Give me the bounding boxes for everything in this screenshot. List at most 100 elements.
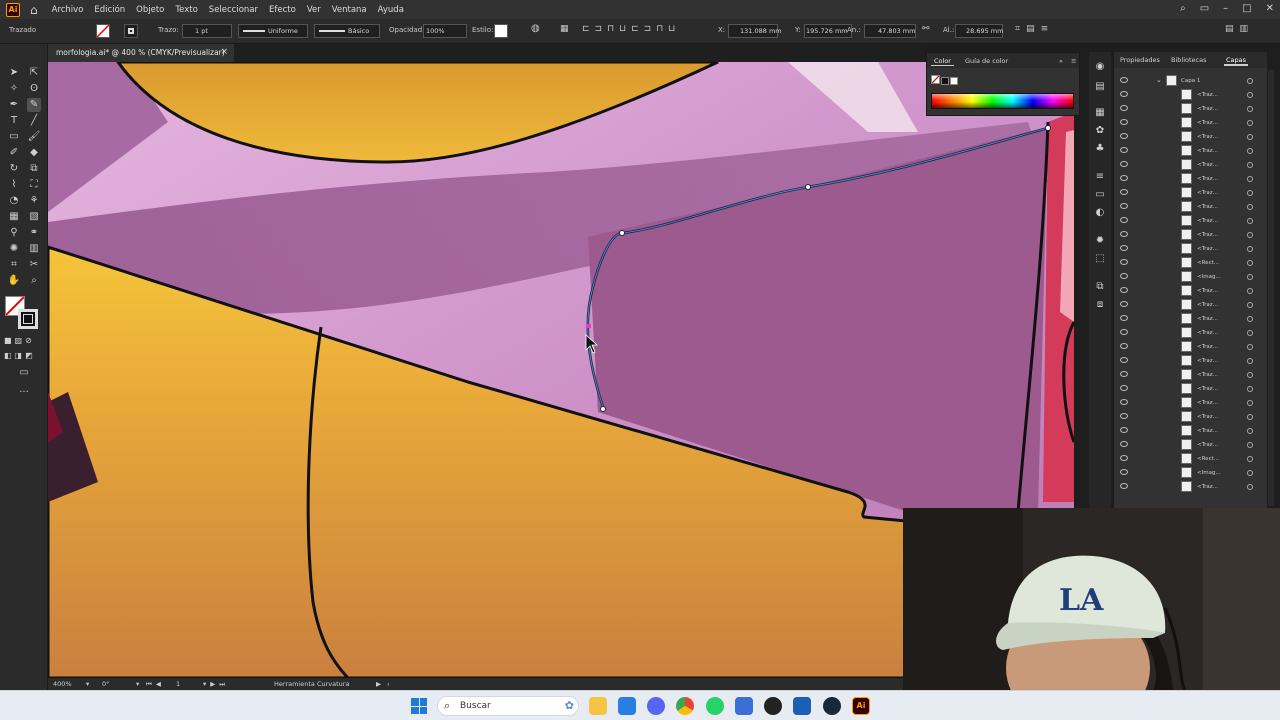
artboard-number[interactable]: 1 xyxy=(176,680,180,688)
transparency-panel-icon[interactable]: ◐ xyxy=(1093,206,1107,220)
artboard-nav-prev-icons[interactable]: ⏮◀ xyxy=(146,680,165,689)
zoom-level[interactable]: 400% xyxy=(53,680,72,688)
steam-icon[interactable] xyxy=(823,697,841,715)
stroke-panel-icon[interactable]: ≡ xyxy=(1093,170,1107,184)
visibility-eye-icon[interactable] xyxy=(1120,329,1128,335)
layer-list-item[interactable]: <Imag... xyxy=(1114,466,1268,480)
menu-efecto[interactable]: Efecto xyxy=(269,5,296,15)
color-mode-icons[interactable]: ■▨⊘ xyxy=(4,334,44,348)
visibility-eye-icon[interactable] xyxy=(1120,483,1128,489)
visibility-eye-icon[interactable] xyxy=(1120,161,1128,167)
visibility-eye-icon[interactable] xyxy=(1120,203,1128,209)
screen-mode-icon[interactable]: ▭ xyxy=(17,366,31,380)
visibility-eye-icon[interactable] xyxy=(1120,469,1128,475)
layer-list-item[interactable]: <Rect... xyxy=(1114,452,1268,466)
live-paint-icon[interactable]: ⚘ xyxy=(27,194,41,208)
transform-panel-icon[interactable]: ⧉ xyxy=(1093,280,1107,294)
discord-icon[interactable] xyxy=(647,697,665,715)
lasso-icon[interactable]: ʘ xyxy=(27,82,41,96)
zoom-dropdown-icon[interactable]: ▾ xyxy=(86,680,89,688)
visibility-eye-icon[interactable] xyxy=(1120,343,1128,349)
layer-list-item[interactable]: <Imag... xyxy=(1114,270,1268,284)
layer-target-icon[interactable] xyxy=(1247,484,1253,490)
layer-target-icon[interactable] xyxy=(1247,190,1253,196)
eraser-tool-icon[interactable]: ◆ xyxy=(27,146,41,160)
layer-list-item[interactable]: <Traz... xyxy=(1114,144,1268,158)
close-icon[interactable]: ✕ xyxy=(1266,3,1274,14)
layer-target-icon[interactable] xyxy=(1247,78,1253,84)
visibility-eye-icon[interactable] xyxy=(1120,91,1128,97)
layer-target-icon[interactable] xyxy=(1247,442,1253,448)
maximize-icon[interactable]: □ xyxy=(1242,3,1251,14)
layer-list-item[interactable]: <Traz... xyxy=(1114,298,1268,312)
visibility-eye-icon[interactable] xyxy=(1120,399,1128,405)
layer-list-item[interactable]: <Traz... xyxy=(1114,242,1268,256)
search-icon[interactable]: ⌕ xyxy=(1180,3,1186,14)
rotation-value[interactable]: 0° xyxy=(102,680,109,688)
paintbrush-tool-icon[interactable]: 🖌 xyxy=(27,130,41,144)
layer-target-icon[interactable] xyxy=(1247,386,1253,392)
tab-properties[interactable]: Propiedades xyxy=(1120,56,1160,64)
selection-tool-icon[interactable]: ➤ xyxy=(7,66,21,80)
layer-list-item[interactable]: <Traz... xyxy=(1114,284,1268,298)
illustrator-icon[interactable]: Ai xyxy=(852,697,870,715)
rotate-tool-icon[interactable]: ↻ xyxy=(7,162,21,176)
visibility-eye-icon[interactable] xyxy=(1120,259,1128,265)
store-icon[interactable] xyxy=(793,697,811,715)
libraries-panel-icon[interactable]: ▦ xyxy=(1093,106,1107,120)
magic-wand-icon[interactable]: ✧ xyxy=(7,82,21,96)
gradient-panel-icon[interactable]: ▭ xyxy=(1093,188,1107,202)
color-spectrum[interactable] xyxy=(931,93,1074,109)
layer-list-item[interactable]: <Traz... xyxy=(1114,130,1268,144)
layer-target-icon[interactable] xyxy=(1247,372,1253,378)
layer-list-item[interactable]: <Traz... xyxy=(1114,396,1268,410)
recolor-icon[interactable]: ▦ xyxy=(560,24,569,34)
visibility-eye-icon[interactable] xyxy=(1120,245,1128,251)
panel-menu-icons[interactable]: ▤▥ xyxy=(1225,24,1254,34)
tab-color[interactable]: Color xyxy=(931,57,954,66)
close-tab-icon[interactable]: × xyxy=(220,47,228,57)
zoom-tool-icon[interactable]: ⌕ xyxy=(27,274,41,288)
layer-list-item[interactable]: <Traz... xyxy=(1114,368,1268,382)
menu-archivo[interactable]: Archivo xyxy=(52,5,84,15)
layer-list-item[interactable]: <Traz... xyxy=(1114,480,1268,494)
layer-list-item[interactable]: <Traz... xyxy=(1114,116,1268,130)
fill-swatch[interactable] xyxy=(96,24,110,38)
layer-target-icon[interactable] xyxy=(1247,302,1253,308)
visibility-eye-icon[interactable] xyxy=(1120,133,1128,139)
layer-target-icon[interactable] xyxy=(1247,470,1253,476)
layer-list-item[interactable]: <Traz... xyxy=(1114,172,1268,186)
whatsapp-icon[interactable] xyxy=(706,697,724,715)
layer-target-icon[interactable] xyxy=(1247,260,1253,266)
pen-tool-icon[interactable]: ✒ xyxy=(7,98,21,112)
style-swatch[interactable] xyxy=(494,24,508,38)
visibility-eye-icon[interactable] xyxy=(1120,301,1128,307)
appearance-panel-icon[interactable]: ◉ xyxy=(1093,60,1107,74)
visibility-eye-icon[interactable] xyxy=(1120,427,1128,433)
layer-target-icon[interactable] xyxy=(1247,162,1253,168)
visibility-eye-icon[interactable] xyxy=(1120,315,1128,321)
layer-target-icon[interactable] xyxy=(1247,330,1253,336)
visibility-eye-icon[interactable] xyxy=(1120,385,1128,391)
blend-tool-icon[interactable]: ⚭ xyxy=(27,226,41,240)
scale-tool-icon[interactable]: ⧉ xyxy=(27,162,41,176)
layer-target-icon[interactable] xyxy=(1247,316,1253,322)
menu-ayuda[interactable]: Ayuda xyxy=(378,5,404,15)
layer-target-icon[interactable] xyxy=(1247,400,1253,406)
visibility-eye-icon[interactable] xyxy=(1120,413,1128,419)
layer-list-item[interactable]: <Traz... xyxy=(1114,326,1268,340)
type-tool-icon[interactable]: T xyxy=(7,114,21,128)
layer-list-item[interactable]: <Rect... xyxy=(1114,256,1268,270)
app-icon[interactable] xyxy=(735,697,753,715)
visibility-eye-icon[interactable] xyxy=(1120,105,1128,111)
align-icons[interactable]: ⊏⊐⊓⊔⊏⊐⊓⊔ xyxy=(582,24,680,34)
visibility-eye-icon[interactable] xyxy=(1120,287,1128,293)
slice-tool-icon[interactable]: ✂ xyxy=(27,258,41,272)
visibility-eye-icon[interactable] xyxy=(1120,455,1128,461)
layer-target-icon[interactable] xyxy=(1247,218,1253,224)
layer-target-icon[interactable] xyxy=(1247,414,1253,420)
layer-target-icon[interactable] xyxy=(1247,92,1253,98)
menu-ventana[interactable]: Ventana xyxy=(332,5,367,15)
black-swatch[interactable] xyxy=(941,77,949,85)
windows-start-icon[interactable] xyxy=(411,698,427,714)
